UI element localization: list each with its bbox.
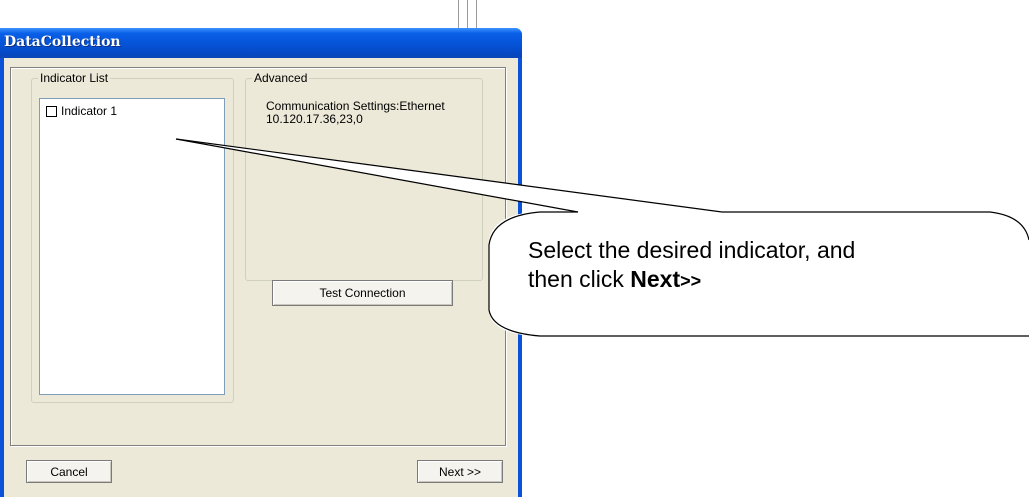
callout-next-bold: Next [630,266,681,292]
title-bar[interactable]: DataCollection [0,28,522,58]
indicator-list-label: Indicator List [38,71,111,85]
next-button[interactable]: Next >> [417,460,503,483]
indicator-1-label: Indicator 1 [61,104,118,118]
connection-address: 10.120.17.36,23,0 [266,112,363,126]
dialog-body: Indicator List Indicator 1 Advanced Comm… [4,58,518,497]
indicator-1-checkbox[interactable] [46,105,57,117]
background-window-edge [458,0,468,28]
callout-line-2: then click Next>> [528,265,998,296]
indicator-listbox[interactable]: Indicator 1 [39,98,225,395]
callout-next-arrows: >> [680,271,702,291]
callout-line-2-text: then click [528,266,631,292]
background-window-edge [476,0,481,28]
screenshot: DataCollection Indicator List Indicator … [0,0,1029,497]
cancel-button[interactable]: Cancel [26,460,112,483]
list-item-indicator-1[interactable]: Indicator 1 [46,104,117,118]
callout-text: Select the desired indicator, and then c… [528,236,998,296]
window-title: DataCollection [4,34,121,50]
datacollection-dialog: DataCollection Indicator List Indicator … [0,28,522,497]
test-connection-button[interactable]: Test Connection [272,280,453,306]
callout-line-1: Select the desired indicator, and [528,237,856,263]
communication-settings-text: Communication Settings:Ethernet 10.120.1… [266,100,445,126]
advanced-label: Advanced [252,71,310,85]
